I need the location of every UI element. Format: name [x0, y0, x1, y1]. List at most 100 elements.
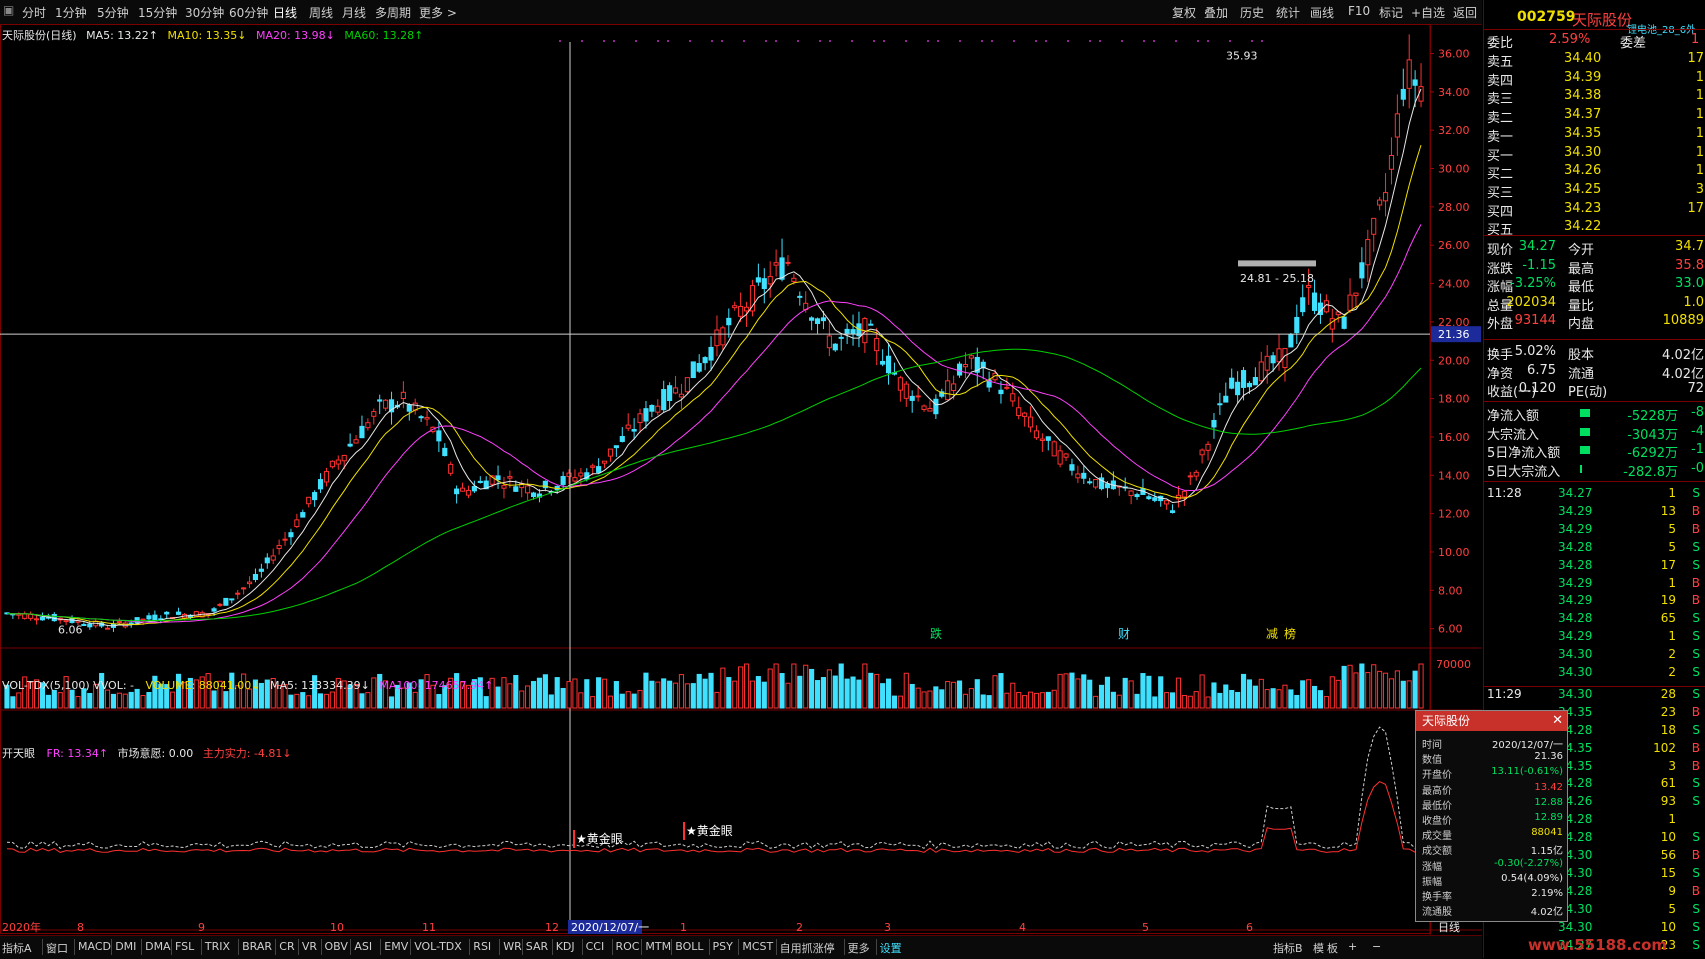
tab-more[interactable]: 更多 >	[419, 4, 457, 21]
btn-add-watchlist[interactable]: +自选	[1411, 4, 1445, 21]
candle-body	[377, 399, 383, 402]
indicator-tab[interactable]: TRIX	[205, 940, 230, 953]
btn-diejia[interactable]: 叠加	[1204, 4, 1228, 21]
candle-body	[104, 627, 111, 630]
event-label[interactable]: 跌	[930, 626, 942, 641]
close-icon[interactable]: ✕	[1552, 711, 1563, 731]
volume-bar	[856, 679, 862, 709]
level-label: 卖一	[1487, 129, 1514, 145]
candle-body	[1033, 430, 1040, 439]
tick-row: 11:29 34.30 28 S	[1484, 686, 1705, 703]
tab-fenshi[interactable]: 分时	[22, 4, 46, 21]
volume-bar	[1400, 680, 1406, 709]
btn-biaoji[interactable]: 标记	[1379, 4, 1403, 21]
tab-monthly[interactable]: 月线	[342, 4, 366, 21]
tab-multi-period[interactable]: 多周期	[375, 4, 411, 21]
event-label[interactable]: 财	[1118, 627, 1130, 641]
indicator-tab[interactable]: 更多	[848, 940, 870, 956]
volume-bar	[1276, 689, 1282, 709]
indicator-tab[interactable]: RSI	[473, 940, 491, 953]
indicator-tab[interactable]: EMV	[384, 940, 408, 953]
menu-square-icon[interactable]: ▣	[3, 3, 14, 17]
candle-body	[838, 336, 844, 339]
ask-level[interactable]: 卖二 34.37 1	[1484, 106, 1705, 126]
golden-eye-signal[interactable]: ★黄金眼	[576, 831, 623, 846]
btn-tongji[interactable]: 统计	[1276, 4, 1300, 21]
bid-level[interactable]: 买三 34.25 3	[1484, 181, 1705, 201]
indicator-tab[interactable]: BRAR	[242, 940, 272, 953]
btn-f10[interactable]: F10	[1348, 4, 1370, 18]
indicator-tab[interactable]: WR	[503, 940, 522, 953]
indicator-tab[interactable]: OBV	[325, 940, 348, 953]
ma60-value: MA60: 13.28↑	[344, 29, 424, 42]
bottom-right-control[interactable]: +	[1348, 940, 1357, 953]
tab-1min[interactable]: 1分钟	[55, 4, 87, 21]
btn-fuquan[interactable]: 复权	[1172, 4, 1196, 21]
kline-chart[interactable]: 36.0034.0032.0030.0028.0026.0024.0022.00…	[0, 24, 1482, 935]
indicator-tab[interactable]: VR	[302, 940, 317, 953]
panel-divider	[1484, 401, 1705, 402]
bid-level[interactable]: 买四 34.23 17	[1484, 200, 1705, 220]
indicator-tab[interactable]: FSL	[175, 940, 194, 953]
event-label[interactable]: 减	[1266, 627, 1278, 641]
indicator-tab[interactable]: BOLL	[675, 940, 703, 953]
tick-volume: 28	[1660, 686, 1676, 701]
tab-weekly[interactable]: 周线	[309, 4, 333, 21]
volume-bar	[678, 674, 685, 709]
btn-lishi[interactable]: 历史	[1240, 4, 1264, 21]
ask-level[interactable]: 卖五 34.40 17	[1484, 50, 1705, 70]
chart-area[interactable]: 36.00 34.00 32.00 30.00 28.00 26.00 24.00 22.00…	[0, 24, 1482, 956]
indicator-tab[interactable]: DMI	[115, 940, 136, 953]
volume-bar	[909, 683, 915, 709]
level-volume: 17	[1687, 51, 1704, 66]
indicator-tab[interactable]: SAR	[526, 940, 548, 953]
tab-daily[interactable]: 日线	[273, 4, 297, 21]
btn-huaxian[interactable]: 画线	[1310, 4, 1334, 21]
bottom-right-control[interactable]: 指标B	[1273, 940, 1303, 956]
indicator-tab[interactable]: MTM	[645, 940, 671, 953]
event-label[interactable]: 榜	[1284, 626, 1296, 641]
bottom-right-control[interactable]: 板	[1327, 940, 1338, 956]
level-label: 卖四	[1487, 73, 1514, 89]
indicator-tab[interactable]: CR	[279, 940, 294, 953]
candle-body	[1169, 510, 1176, 513]
tab-60min[interactable]: 60分钟	[229, 4, 268, 21]
volume-bar	[862, 663, 868, 709]
indicator-tab[interactable]: CCI	[586, 940, 605, 953]
ask-level[interactable]: 卖三 34.38 1	[1484, 87, 1705, 107]
bottom-right-control[interactable]: −	[1372, 940, 1381, 953]
ask-level[interactable]: 卖一 34.35 1	[1484, 125, 1705, 145]
volume-bar	[820, 677, 827, 709]
indicator-tab[interactable]: MCST	[742, 940, 773, 953]
indicator-tab[interactable]: PSY	[713, 940, 733, 953]
ask-level[interactable]: 卖四 34.39 1	[1484, 69, 1705, 89]
indicator-tab[interactable]: DMA	[145, 940, 171, 953]
tick-volume: 56	[1660, 848, 1676, 862]
tab-5min[interactable]: 5分钟	[97, 4, 129, 21]
indicator-tab[interactable]: 指标A	[2, 940, 32, 956]
tab-15min[interactable]: 15分钟	[138, 4, 177, 21]
indicator-tab[interactable]: 设置	[880, 940, 902, 956]
candle-body	[1010, 393, 1016, 402]
bid-level[interactable]: 买一 34.30 1	[1484, 144, 1705, 164]
golden-eye-signal[interactable]: ★黄金眼	[686, 823, 733, 838]
tick-price: 34.30	[1558, 647, 1593, 662]
crosshair-price: 21.36	[1438, 328, 1470, 341]
flow-value: -3043万	[1627, 427, 1678, 443]
indicator-tab[interactable]: KDJ	[556, 940, 575, 953]
indicator-tab[interactable]: 自用抓涨停	[780, 940, 835, 956]
bottom-right-control[interactable]: 模	[1313, 940, 1324, 956]
indicator-tab[interactable]: 窗口	[46, 940, 68, 956]
btn-back[interactable]: 返回	[1453, 4, 1477, 21]
indicator-tab[interactable]: ROC	[616, 940, 640, 953]
volume-bar	[1394, 670, 1400, 709]
volume-bar	[838, 663, 844, 709]
indicator-tab[interactable]: ASI	[354, 940, 372, 953]
bid-level[interactable]: 买二 34.26 1	[1484, 162, 1705, 182]
indicator-tab[interactable]: MACD	[78, 940, 111, 953]
popup-value: 12.89	[1534, 812, 1563, 823]
indicator-tab[interactable]: VOL-TDX	[414, 940, 462, 953]
volume-bar	[720, 667, 726, 709]
top-marker-dot	[657, 40, 659, 42]
tab-30min[interactable]: 30分钟	[185, 4, 224, 21]
